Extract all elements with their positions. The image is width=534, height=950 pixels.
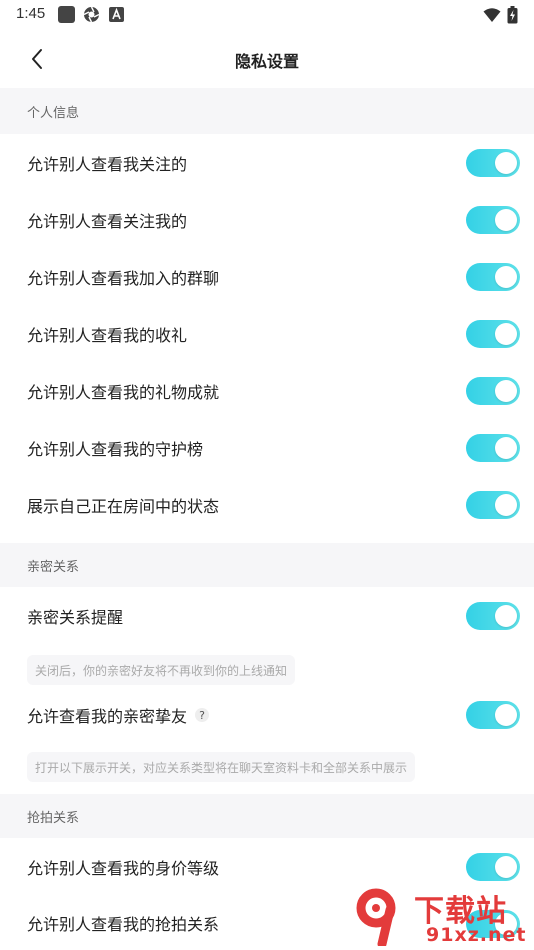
status-bar: 1:45 [0, 0, 534, 30]
setting-label: 允许查看我的亲密挚友 [27, 707, 188, 726]
a-badge-icon [109, 7, 124, 22]
toggle-switch[interactable] [466, 377, 520, 405]
toggle-knob [495, 437, 517, 459]
toggle-knob [495, 266, 517, 288]
setting-label: 允许别人查看关注我的 [27, 211, 188, 231]
question-mark-icon[interactable]: ? [195, 708, 210, 722]
status-time: 1:45 [16, 5, 46, 22]
setting-label: 允许别人查看我关注的 [27, 154, 188, 174]
setting-row-show-followers: 允许别人查看关注我的 [0, 191, 534, 248]
toggle-switch[interactable] [466, 491, 520, 519]
toggle-knob [495, 209, 517, 231]
setting-label: 允许别人查看我的抢拍关系 [27, 915, 220, 934]
toggle-knob [495, 380, 517, 402]
toggle-knob [495, 494, 517, 516]
setting-row-show-gift-achievements: 允许别人查看我的礼物成就 [0, 362, 534, 419]
square-app-icon [58, 6, 75, 23]
watermark-logo-icon [356, 888, 396, 946]
toggle-switch[interactable] [466, 853, 520, 881]
watermark-url: 91xz.net [426, 924, 527, 946]
toggle-switch[interactable] [466, 263, 520, 291]
toggle-switch[interactable] [466, 602, 520, 630]
setting-label: 允许别人查看我加入的群聊 [27, 268, 220, 288]
toggle-knob [495, 605, 517, 627]
setting-row-show-room-status: 展示自己正在房间中的状态 [0, 476, 534, 533]
battery-charging-icon [507, 6, 518, 24]
toggle-switch[interactable] [466, 434, 520, 462]
toggle-switch[interactable] [466, 149, 520, 177]
toggle-switch[interactable] [466, 701, 520, 729]
site-watermark: 下载站 91xz.net [354, 884, 526, 946]
setting-label: 允许别人查看我的礼物成就 [27, 382, 220, 402]
status-system-icons [483, 6, 518, 24]
setting-label: 允许别人查看我的身价等级 [27, 859, 220, 878]
aperture-icon [83, 6, 100, 23]
setting-label: 允许别人查看我的收礼 [27, 325, 188, 345]
toggle-switch[interactable] [466, 206, 520, 234]
setting-row-show-gifts: 允许别人查看我的收礼 [0, 305, 534, 362]
status-notification-icons [58, 6, 125, 23]
toggle-knob [495, 856, 517, 878]
wifi-icon [483, 8, 501, 22]
toggle-knob [495, 152, 517, 174]
toggle-knob [495, 704, 517, 726]
setting-label: 允许别人查看我的守护榜 [27, 439, 204, 459]
intimate-reminder-note: 关闭后，你的亲密好友将不再收到你的上线通知 [27, 655, 296, 685]
setting-row-show-groups: 允许别人查看我加入的群聊 [0, 248, 534, 305]
section-header-grab: 抢拍关系 [0, 794, 534, 838]
setting-row-intimate-friends: 允许查看我的亲密挚友 ? [0, 692, 534, 738]
toggle-switch[interactable] [466, 320, 520, 348]
setting-row-show-guardian-rank: 允许别人查看我的守护榜 [0, 419, 534, 476]
toggle-knob [495, 323, 517, 345]
note-container: 关闭后，你的亲密好友将不再收到你的上线通知 [0, 645, 534, 695]
setting-label: 亲密关系提醒 [27, 608, 124, 627]
page-title: 隐私设置 [234, 52, 299, 71]
section-header-personal: 个人信息 [0, 88, 534, 134]
section-header-intimate: 亲密关系 [0, 543, 534, 587]
nav-bar: 隐私设置 [0, 30, 534, 88]
intimate-display-note: 打开以下展示开关，对应关系类型将在聊天室资料卡和全部关系中展示 [27, 752, 416, 782]
setting-label: 展示自己正在房间中的状态 [27, 496, 220, 516]
note-container: 打开以下展示开关，对应关系类型将在聊天室资料卡和全部关系中展示 [0, 738, 534, 794]
setting-row-intimate-reminder: 亲密关系提醒 [0, 587, 534, 645]
setting-row-show-following: 允许别人查看我关注的 [0, 134, 534, 191]
